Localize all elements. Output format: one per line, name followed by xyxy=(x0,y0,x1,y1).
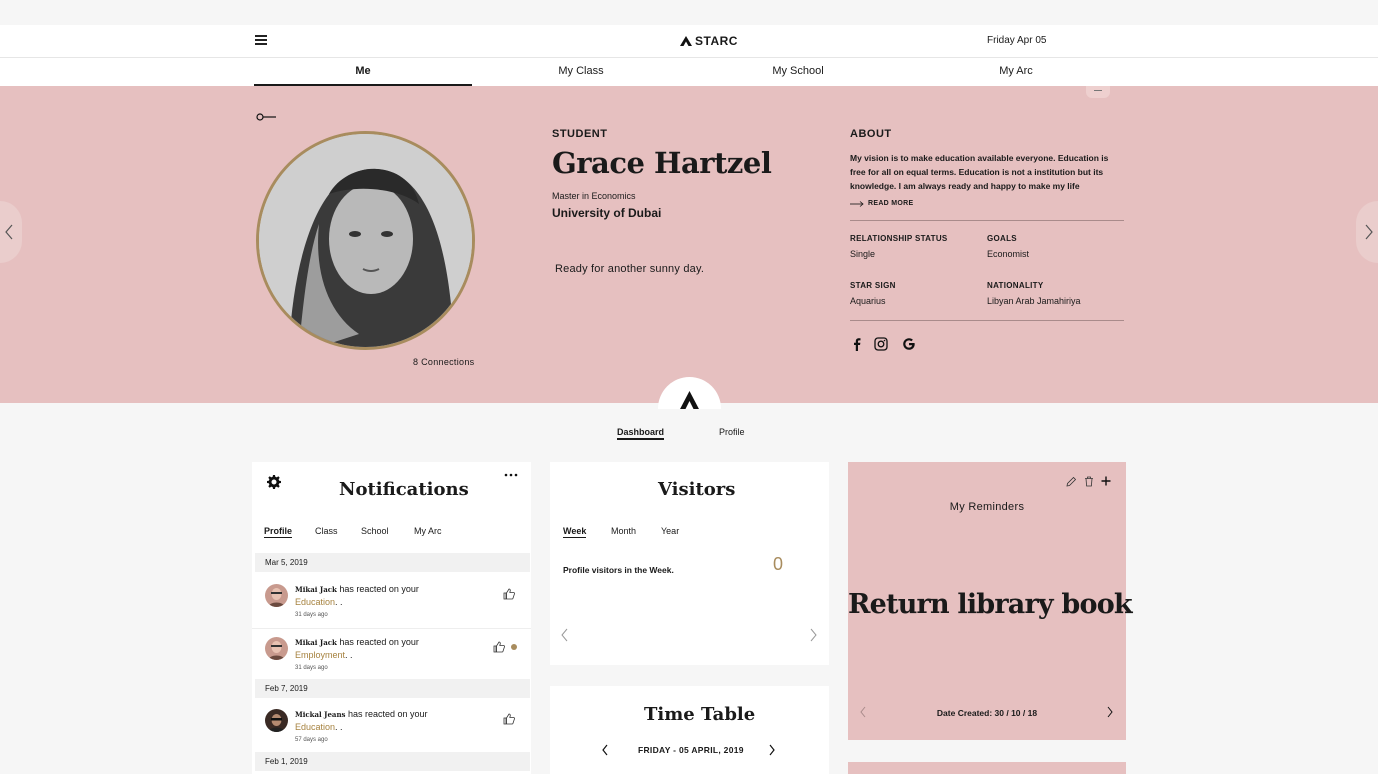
gear-icon[interactable] xyxy=(267,475,281,489)
about-text: My vision is to make education available… xyxy=(850,153,1109,191)
brand-badge xyxy=(658,377,721,411)
notification-link[interactable]: Employment. . xyxy=(295,650,353,660)
degree: Master in Economics xyxy=(552,191,636,201)
prev-arrow[interactable] xyxy=(0,201,22,263)
date-group-header: Feb 7, 2019 xyxy=(255,679,530,698)
chevron-right-icon xyxy=(1365,224,1373,240)
date-group-header: Feb 1, 2019 xyxy=(255,752,530,771)
notification-text: Mickal Jeans has reacted on your xyxy=(295,709,428,719)
reminders-panel-next xyxy=(848,762,1126,774)
plus-icon[interactable] xyxy=(1101,476,1111,486)
divider xyxy=(850,220,1124,221)
notification-text: Mikai Jack has reacted on your xyxy=(295,637,419,647)
visitors-tab-month[interactable]: Month xyxy=(611,526,636,536)
reminders-title: My Reminders xyxy=(949,501,1025,513)
next-arrow[interactable] xyxy=(1356,201,1378,263)
date-group-header: Mar 5, 2019 xyxy=(255,553,530,572)
divider xyxy=(850,320,1124,321)
notification-text: Mikai Jack has reacted on your xyxy=(295,584,419,594)
thumbs-up-icon[interactable] xyxy=(503,588,515,600)
notif-tab-my-arc[interactable]: My Arc xyxy=(414,526,442,536)
student-name: Grace Hartzel xyxy=(552,146,772,180)
pencil-icon[interactable] xyxy=(1066,476,1077,487)
chevron-right-icon[interactable] xyxy=(808,628,818,642)
about-title: ABOUT xyxy=(850,128,892,140)
timetable-panel: Time Table FRIDAY - 05 APRIL, 2019 xyxy=(550,686,829,774)
starc-logo-icon xyxy=(679,391,700,411)
visitors-panel: Visitors Week Month Year Profile visitor… xyxy=(550,462,829,665)
visitors-count: 0 xyxy=(773,554,784,574)
reminders-panel: My Reminders Return library book Date Cr… xyxy=(848,462,1133,740)
notifications-title: Notifications xyxy=(339,479,469,500)
fact-value-relationship: Single xyxy=(850,249,876,259)
timetable-title: Time Table xyxy=(644,704,756,725)
chevron-left-icon xyxy=(5,224,13,240)
fact-label-nationality: NATIONALITY xyxy=(987,281,1044,290)
visitors-tab-year[interactable]: Year xyxy=(661,526,679,536)
notification-link[interactable]: Education. . xyxy=(295,722,343,732)
thumbs-up-icon[interactable] xyxy=(503,713,515,725)
notification-item[interactable]: Mikai Jack has reacted on your Education… xyxy=(252,576,531,628)
main-nav: Me My Class My School My Arc xyxy=(0,58,1378,86)
tab-me[interactable]: Me xyxy=(254,58,472,86)
notif-tab-school[interactable]: School xyxy=(361,526,389,536)
fact-value-star-sign: Aquarius xyxy=(850,296,886,306)
visitors-label: Profile visitors in the Week. xyxy=(563,565,674,575)
fact-label-relationship: RELATIONSHIP STATUS xyxy=(850,234,948,243)
read-more-link[interactable]: READ MORE xyxy=(850,200,913,207)
facebook-icon[interactable] xyxy=(850,337,864,351)
starc-logo-icon xyxy=(680,36,692,46)
brand-logo[interactable]: STARC xyxy=(680,34,738,48)
fact-label-star-sign: STAR SIGN xyxy=(850,281,896,290)
status-message: Ready for another sunny day. xyxy=(555,263,705,275)
arrow-right-icon xyxy=(850,200,864,207)
notifications-panel: Notifications Profile Class School My Ar… xyxy=(252,462,531,774)
avatar[interactable] xyxy=(265,709,288,732)
reminder-text: Return library book xyxy=(848,589,1133,620)
tab-profile[interactable]: Profile xyxy=(719,427,745,437)
profile-avatar[interactable] xyxy=(256,131,475,350)
fact-value-goals: Economist xyxy=(987,249,1030,259)
notif-tab-profile[interactable]: Profile xyxy=(264,526,293,538)
trash-icon[interactable] xyxy=(1084,476,1094,487)
hamburger-menu-icon[interactable] xyxy=(255,35,267,45)
more-options-icon[interactable] xyxy=(504,473,518,477)
avatar[interactable] xyxy=(265,584,288,607)
header-date: Friday Apr 05 xyxy=(987,35,1047,46)
notification-time: 31 days ago xyxy=(295,665,328,671)
timetable-date: FRIDAY - 05 APRIL, 2019 xyxy=(638,745,744,755)
notification-item[interactable]: Mickal Jeans has reacted on your Educati… xyxy=(252,702,531,754)
avatar[interactable] xyxy=(265,637,288,660)
chevron-left-icon[interactable] xyxy=(560,628,570,642)
notification-item[interactable]: Mikai Jack has reacted on your Employmen… xyxy=(252,628,531,680)
chevron-right-icon[interactable] xyxy=(1106,706,1114,718)
notif-tab-class[interactable]: Class xyxy=(315,526,338,536)
chevron-left-icon[interactable] xyxy=(601,744,609,756)
unread-indicator xyxy=(511,644,517,650)
key-icon[interactable] xyxy=(256,112,276,122)
profile-hero: 8 Connections STUDENT Grace Hartzel Mast… xyxy=(0,86,1378,411)
notification-time: 57 days ago xyxy=(295,737,328,743)
notification-link[interactable]: Education. . xyxy=(295,597,343,607)
top-bar: STARC Friday Apr 05 xyxy=(0,25,1378,58)
reminder-date-created: Date Created: 30 / 10 / 18 xyxy=(936,708,1038,718)
tab-my-school[interactable]: My School xyxy=(689,58,907,86)
fact-label-goals: GOALS xyxy=(987,234,1017,243)
chevron-right-icon[interactable] xyxy=(768,744,776,756)
visitors-title: Visitors xyxy=(658,479,736,500)
thumbs-up-icon[interactable] xyxy=(493,641,505,653)
university: University of Dubai xyxy=(552,206,662,220)
collapse-handle[interactable] xyxy=(1086,86,1110,98)
visitors-tab-week[interactable]: Week xyxy=(563,526,587,538)
avatar-photo xyxy=(259,134,472,347)
fact-value-nationality: Libyan Arab Jamahiriya xyxy=(987,296,1081,306)
tab-my-class[interactable]: My Class xyxy=(472,58,690,86)
google-icon[interactable] xyxy=(902,337,916,351)
tab-my-arc[interactable]: My Arc xyxy=(907,58,1125,86)
notification-time: 31 days ago xyxy=(295,612,328,618)
role-label: STUDENT xyxy=(552,128,608,140)
instagram-icon[interactable] xyxy=(874,337,888,351)
tab-dashboard[interactable]: Dashboard xyxy=(617,427,665,440)
connections-count[interactable]: 8 Connections xyxy=(413,357,474,367)
